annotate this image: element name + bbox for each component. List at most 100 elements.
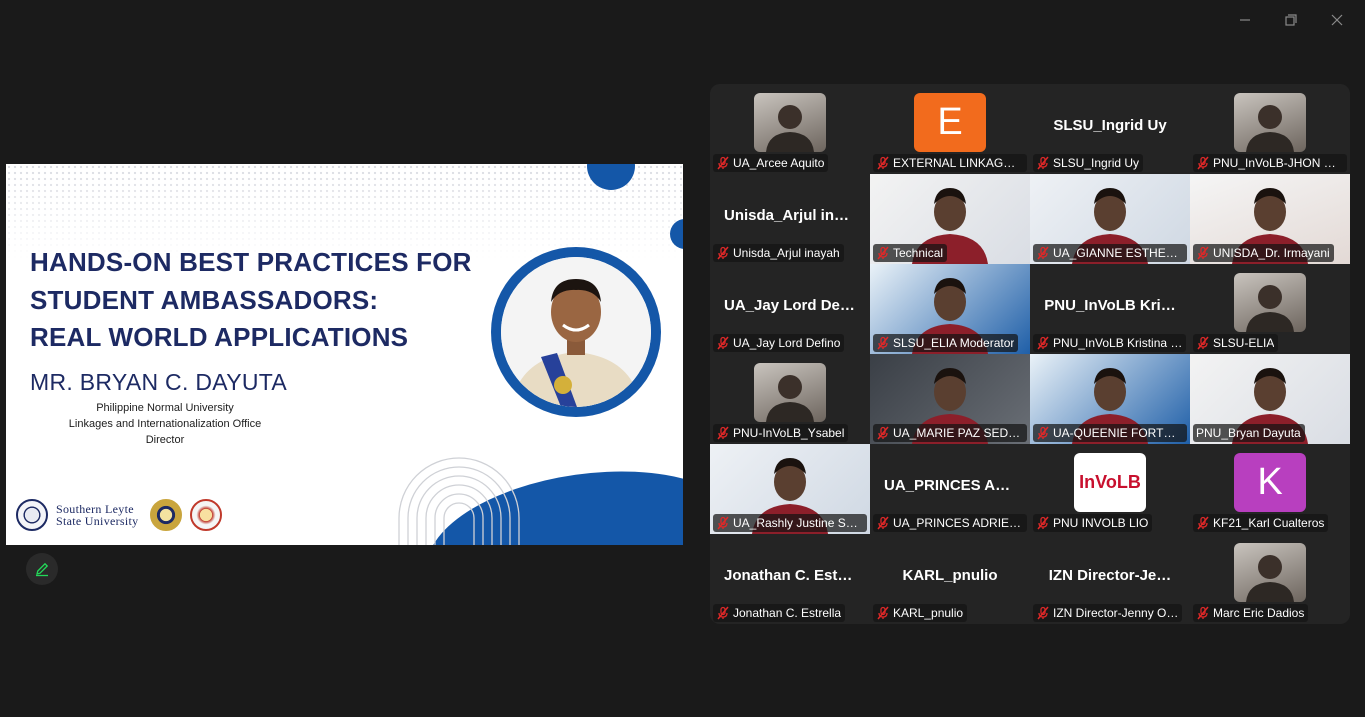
participant-name-label: Technical <box>873 244 948 262</box>
participant-display-name: UA_Jay Lord Def… <box>724 297 860 314</box>
minimize-icon <box>1240 19 1250 21</box>
participant-name-label: UA-QUEENIE FORTU… <box>1033 424 1187 442</box>
person-illustration <box>501 257 651 407</box>
participant-name-label: Marc Eric Dadios <box>1193 604 1309 622</box>
participant-display-name: SLSU_Ingrid Uy <box>1053 117 1167 134</box>
muted-mic-icon <box>1197 516 1209 530</box>
participant-tile[interactable]: UA_PRINCES AD… UA_PRINCES ADRIELL… <box>870 444 1030 534</box>
person-icon <box>1246 285 1294 332</box>
participant-name-label: PNU INVOLB LIO <box>1033 514 1153 532</box>
participant-profile-photo <box>1234 273 1306 332</box>
participant-display-name: UA_PRINCES AD… <box>884 477 1021 494</box>
slsu-wordmark: Southern Leyte State University <box>56 503 138 527</box>
participant-tile[interactable]: Jonathan C. Estr… Jonathan C. Estrella <box>710 534 870 624</box>
participant-display-name: KARL_pnulio <box>902 567 998 584</box>
participant-name-label: UNISDA_Dr. Irmayani <box>1193 244 1334 262</box>
participant-name-label: UA_Jay Lord Defino <box>713 334 845 352</box>
slide-title-line: HANDS-ON BEST PRACTICES FOR <box>30 247 472 277</box>
speaker-name: MR. BRYAN C. DAYUTA <box>30 369 288 395</box>
institution-logos: Southern Leyte State University <box>16 499 223 531</box>
participant-name-label: SLSU_Ingrid Uy <box>1033 154 1144 172</box>
participant-name: Marc Eric Dadios <box>1213 606 1305 620</box>
participant-tile[interactable]: UA_MARIE PAZ SEDU… <box>870 354 1030 444</box>
participant-tile[interactable]: SLSU-ELIA <box>1190 264 1350 354</box>
participant-name: IZN Director-Jenny O… <box>1053 606 1179 620</box>
participant-name: PNU_InVoLB-JHON M… <box>1213 156 1343 170</box>
slide-title: HANDS-ON BEST PRACTICES FOR STUDENT AMBA… <box>30 244 500 357</box>
participant-name: EXTERNAL LINKAGES… <box>893 156 1023 170</box>
affiliation-line: Director <box>145 434 185 446</box>
participant-name: UA_Arcee Aquito <box>733 156 825 170</box>
affiliation-line: Philippine Normal University <box>96 402 234 414</box>
participant-name: SLSU_ELIA Moderator <box>893 336 1015 350</box>
participant-tile[interactable]: Technical <box>870 174 1030 264</box>
muted-mic-icon <box>1197 336 1209 350</box>
participant-name-label: UA_Arcee Aquito <box>713 154 829 172</box>
participant-name: UA_GIANNE ESTHER … <box>1053 246 1183 260</box>
annotate-button[interactable] <box>26 553 58 585</box>
restore-button[interactable] <box>1271 8 1311 32</box>
participant-tile[interactable]: Marc Eric Dadios <box>1190 534 1350 624</box>
participant-tile[interactable]: UNISDA_Dr. Irmayani <box>1190 174 1350 264</box>
participant-tile[interactable]: UA_GIANNE ESTHER … <box>1030 174 1190 264</box>
participant-name: UA-QUEENIE FORTU… <box>1053 426 1183 440</box>
person-icon <box>766 375 814 422</box>
muted-mic-icon <box>1037 426 1049 440</box>
muted-mic-icon <box>1037 516 1049 530</box>
participant-name: UA_MARIE PAZ SEDU… <box>893 426 1023 440</box>
person-icon <box>1246 105 1294 152</box>
participant-name: SLSU_Ingrid Uy <box>1053 156 1140 170</box>
participant-display-name: PNU_InVoLB Kri… <box>1044 297 1176 314</box>
close-icon <box>1331 14 1343 26</box>
slsu-wordmark-line: State University <box>56 514 139 528</box>
participant-display-name: IZN Director-Je… <box>1048 567 1172 584</box>
muted-mic-icon <box>717 606 729 620</box>
participant-name-label: Unisda_Arjul inayah <box>713 244 844 262</box>
minimize-button[interactable] <box>1225 8 1265 32</box>
participant-name-label: SLSU_ELIA Moderator <box>873 334 1019 352</box>
participant-name: SLSU-ELIA <box>1213 336 1275 350</box>
participant-tile[interactable]: SLSU_ELIA Moderator <box>870 264 1030 354</box>
close-button[interactable] <box>1317 8 1357 32</box>
participant-name-label: SLSU-ELIA <box>1193 334 1279 352</box>
office-seal-logo <box>190 499 223 531</box>
participant-name-label: KARL_pnulio <box>873 604 968 622</box>
participant-tile[interactable]: PNU_InVoLB Kri… PNU_InVoLB Kristina … <box>1030 264 1190 354</box>
participant-name: UA_PRINCES ADRIELL… <box>893 516 1023 530</box>
participant-name: PNU_Bryan Dayuta <box>1196 426 1301 440</box>
participant-name: UA_Jay Lord Defino <box>733 336 841 350</box>
participant-tile[interactable]: PNU_InVoLB-JHON M… <box>1190 84 1350 174</box>
restore-icon <box>1285 14 1297 26</box>
participant-name: PNU_InVoLB Kristina … <box>1053 336 1183 350</box>
speaker-portrait <box>501 257 651 407</box>
participant-name-label: IZN Director-Jenny O… <box>1033 604 1183 622</box>
participant-tile[interactable]: IZN Director-Je… IZN Director-Jenny O… <box>1030 534 1190 624</box>
participant-tile[interactable]: KARL_pnulio KARL_pnulio <box>870 534 1030 624</box>
participant-tile[interactable]: PNU-InVoLB_Ysabel <box>710 354 870 444</box>
participant-tile[interactable]: SLSU_Ingrid Uy SLSU_Ingrid Uy <box>1030 84 1190 174</box>
muted-mic-icon <box>1197 246 1209 260</box>
participant-tile[interactable]: E EXTERNAL LINKAGES… <box>870 84 1030 174</box>
participant-name: PNU-InVoLB_Ysabel <box>733 426 845 440</box>
muted-mic-icon <box>877 246 889 260</box>
participant-name-label: UA_MARIE PAZ SEDU… <box>873 424 1027 442</box>
participant-profile-photo <box>1234 93 1306 152</box>
participant-tile[interactable]: Unisda_Arjul ina… Unisda_Arjul inayah <box>710 174 870 264</box>
speaker-affiliation: Philippine Normal University Linkages an… <box>36 400 294 448</box>
participant-tile[interactable]: PNU_Bryan Dayuta <box>1190 354 1350 444</box>
participant-tile[interactable]: UA-QUEENIE FORTU… <box>1030 354 1190 444</box>
participant-tile[interactable]: InVoLB PNU INVOLB LIO <box>1030 444 1190 534</box>
decorative-arches <box>398 457 520 545</box>
muted-mic-icon <box>877 336 889 350</box>
participant-tile[interactable]: UA_Jay Lord Def… UA_Jay Lord Defino <box>710 264 870 354</box>
muted-mic-icon <box>717 246 729 260</box>
affiliation-line: Linkages and Internationalization Office <box>68 418 262 430</box>
participant-profile-photo <box>754 93 826 152</box>
window-controls <box>1225 8 1357 32</box>
participant-tile[interactable]: UA_Rashly Justine Sali… <box>710 444 870 534</box>
participant-tile[interactable]: K KF21_Karl Cualteros <box>1190 444 1350 534</box>
slide-title-line: STUDENT AMBASSADORS: <box>30 284 379 315</box>
slide-title-line: REAL WORLD APPLICATIONS <box>30 322 409 352</box>
muted-mic-icon <box>1197 156 1209 170</box>
participant-tile[interactable]: UA_Arcee Aquito <box>710 84 870 174</box>
